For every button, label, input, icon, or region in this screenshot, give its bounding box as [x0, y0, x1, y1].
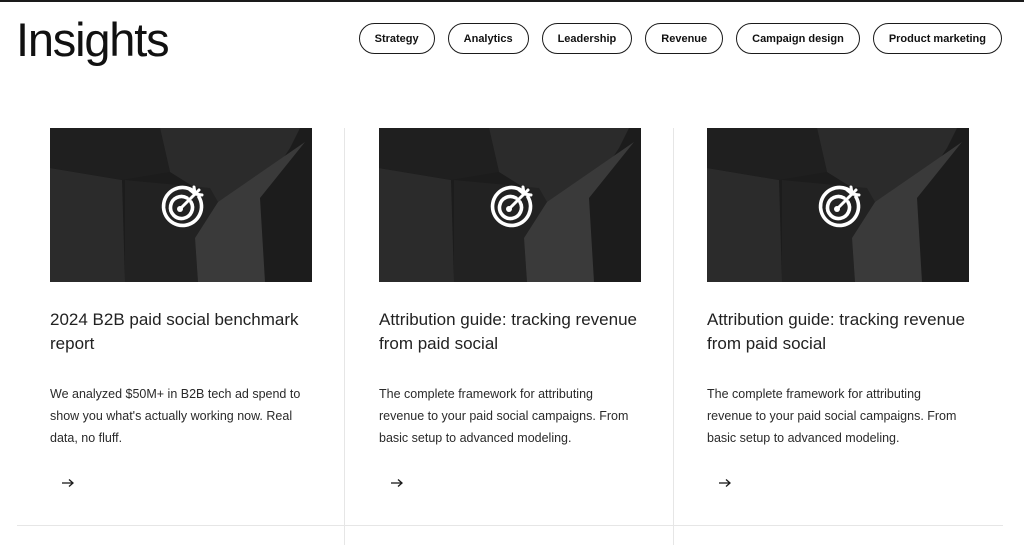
insight-card[interactable]: 2024 B2B paid social benchmark report We… [17, 128, 345, 545]
card-thumbnail[interactable] [50, 128, 312, 282]
arrow-right-icon[interactable] [388, 474, 406, 492]
target-icon [818, 185, 861, 228]
insight-card[interactable]: Attribution guide: tracking revenue from… [674, 128, 1002, 545]
card-thumbnail[interactable] [707, 128, 969, 282]
card-description: The complete framework for attributing r… [379, 387, 629, 445]
card-description: We analyzed $50M+ in B2B tech ad spend t… [50, 387, 301, 445]
page-title: Insights [16, 13, 170, 66]
grid-bottom-divider [17, 525, 1003, 526]
filter-chip-strategy[interactable]: Strategy [358, 23, 435, 54]
insights-grid: 2024 B2B paid social benchmark report We… [17, 128, 1003, 545]
arrow-right-icon[interactable] [59, 474, 77, 492]
target-icon [161, 185, 204, 228]
insight-card[interactable]: Attribution guide: tracking revenue from… [346, 128, 674, 545]
card-title[interactable]: Attribution guide: tracking revenue from… [379, 308, 649, 356]
filter-bar: Strategy Analytics Leadership Revenue Ca… [358, 23, 1002, 54]
card-title[interactable]: 2024 B2B paid social benchmark report [50, 308, 320, 356]
filter-chip-leadership[interactable]: Leadership [541, 23, 633, 54]
card-description: The complete framework for attributing r… [707, 387, 957, 445]
target-icon [490, 185, 533, 228]
arrow-right-icon[interactable] [716, 474, 734, 492]
filter-chip-product-marketing[interactable]: Product marketing [872, 23, 1002, 54]
filter-chip-revenue[interactable]: Revenue [645, 23, 724, 54]
top-border [0, 0, 1024, 2]
card-title[interactable]: Attribution guide: tracking revenue from… [707, 308, 977, 356]
column-divider [344, 128, 345, 545]
filter-chip-analytics[interactable]: Analytics [447, 23, 529, 54]
filter-chip-campaign-design[interactable]: Campaign design [736, 23, 860, 54]
card-thumbnail[interactable] [379, 128, 641, 282]
